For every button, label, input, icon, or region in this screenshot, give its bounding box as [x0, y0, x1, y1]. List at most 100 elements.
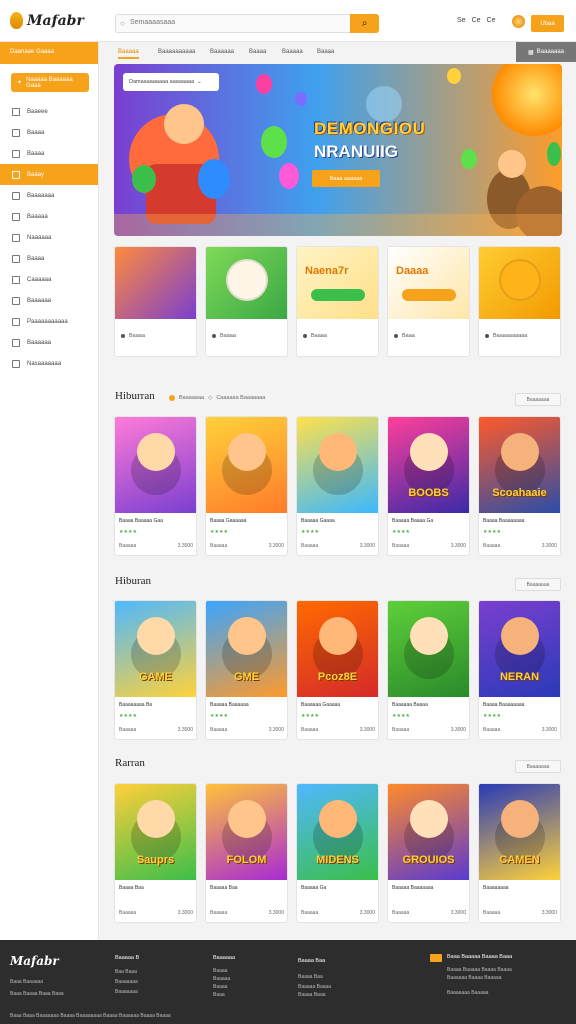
- game-card[interactable]: Baaaaaa Baaaa ★★★★ Baaaaa 3.3000: [387, 600, 470, 740]
- search-box[interactable]: ○ ⌕: [115, 14, 379, 33]
- section-view-all-button[interactable]: Baaaaaaa: [515, 760, 561, 773]
- hero-title: DEMONGIOU: [314, 119, 426, 138]
- footer-link[interactable]: Baaaa: [213, 984, 227, 990]
- game-rating: ★★★★: [210, 529, 228, 535]
- section-view-all-button[interactable]: Baaaaaaa: [515, 393, 561, 406]
- sidebar-item[interactable]: Baaaa: [0, 122, 98, 143]
- sidebar-item[interactable]: Caaaaaa: [0, 269, 98, 290]
- footer-link[interactable]: Baaaa Baaa: [298, 992, 326, 998]
- category-tab[interactable]: Baaaaaaaaaa: [158, 49, 195, 55]
- footer-link[interactable]: Baaaaaaa Baaaaa: [447, 990, 488, 996]
- game-card[interactable]: CAMEN Baaaaaaaa Baaaaa 3.3000: [478, 783, 561, 923]
- hero-pill[interactable]: Damaaaaaaaaa aaaaaaaa ⌄: [123, 73, 219, 91]
- user-avatar[interactable]: [512, 15, 525, 28]
- sidebar-item[interactable]: Nasaaaaaaa: [0, 353, 98, 374]
- category-tab[interactable]: Baaaaa: [118, 49, 139, 59]
- category-tab[interactable]: Baaaaa: [282, 49, 303, 55]
- coin-icon: [169, 395, 175, 401]
- game-card[interactable]: Baaaa Gaaaaaa ★★★★ Baaaaa 3.3000: [205, 416, 288, 556]
- category-tab[interactable]: Baaaa: [249, 49, 266, 55]
- game-name: Baaaa Gaaaaaa: [210, 518, 247, 524]
- footer-link[interactable]: Baaaa: [213, 968, 227, 974]
- game-card[interactable]: FOLOM Baaaaa Baa Baaaaa 3.3000: [205, 783, 288, 923]
- bullet-icon: [212, 334, 216, 338]
- hero-subtitle: NRANUIIG: [314, 142, 399, 161]
- game-card[interactable]: Baaaaa Gaaaa ★★★★ Baaaaa 3.3000: [296, 416, 379, 556]
- sidebar-item[interactable]: Baaeee: [0, 101, 98, 122]
- game-card[interactable]: BOOBS Baaaaa Baaaa Ga ★★★★ Baaaaa 3.3000: [387, 416, 470, 556]
- section-title: Hiburran: [115, 390, 155, 402]
- game-card[interactable]: NERAN Baaaa Baaaaaaaa ★★★★ Baaaaa 3.3000: [478, 600, 561, 740]
- game-rating: ★★★★: [301, 529, 319, 535]
- game-card[interactable]: Pcoz8E Baaaaaa Gaaaaa ★★★★ Baaaaa 3.3000: [296, 600, 379, 740]
- promo-card[interactable]: Naena7r Baaaa: [296, 246, 379, 357]
- section-sub-b[interactable]: Caaaaaa Baaaaaaa: [216, 395, 265, 401]
- sidebar-cta-button[interactable]: ✦ Naaaaa Baaaaaa Gaaa: [11, 73, 89, 92]
- header-action-1[interactable]: Se: [457, 17, 466, 24]
- hero-cta-button[interactable]: Baaa aaaaaa: [312, 170, 380, 187]
- game-card[interactable]: GME Baaaaa Baaaaaa ★★★★ Baaaaa 3.3000: [205, 600, 288, 740]
- footer-link[interactable]: Baaa: [213, 992, 225, 998]
- sidebar-item-label: Naaaaaa: [27, 234, 52, 241]
- hero-banner[interactable]: Damaaaaaaaaa aaaaaaaa ⌄ DEMONGIOU NRANUI…: [114, 64, 562, 236]
- login-button[interactable]: Ubaa: [531, 15, 564, 32]
- hero-pill-label: Damaaaaaaaaa aaaaaaaa: [129, 79, 195, 85]
- promo-card[interactable]: Baaaa: [205, 246, 288, 357]
- section-view-all-button[interactable]: Baaaaaaa: [515, 578, 561, 591]
- sidebar-item[interactable]: Baaaaaa: [0, 290, 98, 311]
- character-icon: [319, 433, 357, 471]
- character-icon: [501, 800, 539, 838]
- game-rating: ★★★★: [483, 713, 501, 719]
- footer-link[interactable]: Baaaaa Baaaa: [298, 984, 331, 990]
- header-action-3[interactable]: Ce: [487, 17, 496, 24]
- footer-logo[interactable]: Mafabr: [10, 954, 59, 968]
- sidebar-item[interactable]: Baaaaaaa: [0, 185, 98, 206]
- promo-button[interactable]: [311, 289, 365, 301]
- search-button[interactable]: ⌕: [350, 14, 379, 33]
- sidebar-item[interactable]: Baaaaa: [0, 206, 98, 227]
- section-sub-a[interactable]: Baaaaaaa: [179, 395, 204, 401]
- game-card[interactable]: GROUIOS Baaaaa Baaaaaaa Baaaaa 3.3000: [387, 783, 470, 923]
- character-icon: [501, 617, 539, 655]
- site-logo[interactable]: Mafabr: [10, 12, 84, 29]
- promo-button[interactable]: [402, 289, 456, 301]
- promo-artwork: Naena7r: [297, 247, 378, 319]
- game-meta-left: Baaaaa: [301, 543, 319, 549]
- promo-card[interactable]: Baaaaaaaaaa: [478, 246, 561, 357]
- game-card[interactable]: MIDENS Baaaaa Ga Baaaaa 3.3000: [296, 783, 379, 923]
- footer-link[interactable]: Baaaaaaa: [115, 979, 138, 985]
- sidebar-item[interactable]: Baaaa: [0, 248, 98, 269]
- chevron-down-icon: ⌄: [197, 79, 202, 85]
- sidebar-item[interactable]: Paaaaaaaaaaa: [0, 311, 98, 332]
- footer-link[interactable]: Baaaa Baa: [298, 974, 323, 980]
- game-card[interactable]: GAME Baaaaaaaa Ba ★★★★ Baaaaa 3.3000: [114, 600, 197, 740]
- promo-artwork: [115, 247, 196, 319]
- category-right-button[interactable]: ▦ Baaaaaaa: [516, 42, 576, 62]
- badge-icon: [430, 954, 442, 962]
- sidebar-item[interactable]: Naaaaaa: [0, 227, 98, 248]
- promo-card[interactable]: Baaaa: [114, 246, 197, 357]
- game-card[interactable]: Scoahaaie Baaaa Baaaaaaaa ★★★★ Baaaaa 3.3000: [478, 416, 561, 556]
- promo-card[interactable]: Daaaa Baaa: [387, 246, 470, 357]
- character-icon: [228, 433, 266, 471]
- footer-link[interactable]: Baa Baaa: [115, 969, 137, 975]
- game-art-title: Pcoz8E: [317, 671, 358, 683]
- game-meta-right: 3.3000: [541, 543, 557, 549]
- category-tab[interactable]: Baaaa: [317, 49, 334, 55]
- spark-icon: ✦: [17, 80, 23, 86]
- header-action-2[interactable]: Ce: [472, 17, 481, 24]
- sidebar-item[interactable]: Baaaa: [0, 143, 98, 164]
- footer: Mafabr Baaa Baaaaaa Baaa Baaaa Baaa Baaa…: [0, 940, 576, 1024]
- sidebar-item[interactable]: Baaay: [0, 164, 98, 185]
- menu-item-icon: [12, 212, 20, 221]
- category-tab[interactable]: Baaaaaa: [210, 49, 234, 55]
- search-input[interactable]: [130, 19, 350, 26]
- game-meta-left: Baaaaa: [210, 727, 228, 733]
- footer-link[interactable]: Baaaaaaa: [115, 989, 138, 995]
- game-card[interactable]: Baaaa Baaaaa Gaa ★★★★ Baaaaa 3.3000: [114, 416, 197, 556]
- footer-link[interactable]: Baaaa Baaaaa Baaaa Baaaa: [447, 967, 512, 973]
- footer-link[interactable]: Baaaaaa Baaaa Baaaaa: [447, 975, 502, 981]
- game-card[interactable]: Sauprs Baaaa Baa Baaaaa 3.3000: [114, 783, 197, 923]
- footer-link[interactable]: Baaaaa: [213, 976, 230, 982]
- sidebar-item[interactable]: Baaaaaa: [0, 332, 98, 353]
